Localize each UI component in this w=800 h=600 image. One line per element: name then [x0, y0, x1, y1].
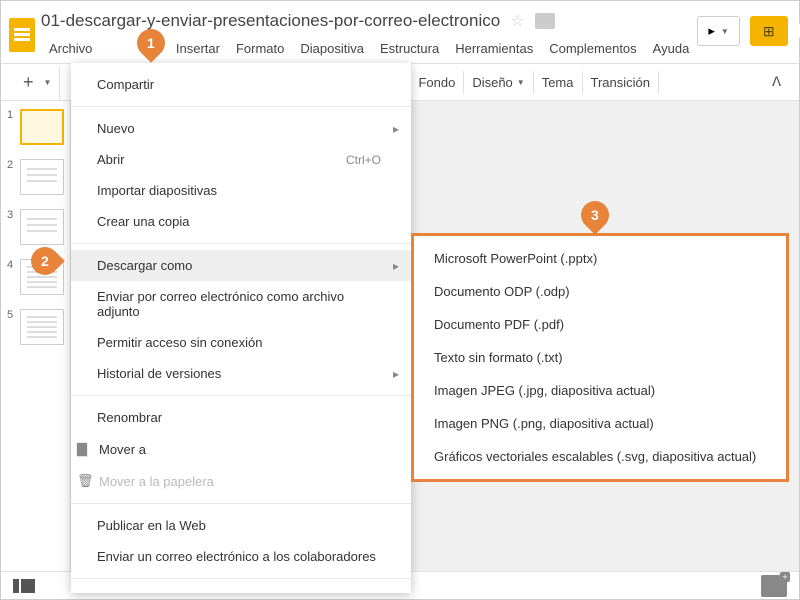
menu-item-descargar[interactable]: Descargar como [71, 250, 411, 281]
thumb-number: 3 [7, 209, 16, 245]
pin-label: 3 [591, 207, 599, 223]
menu-herramientas[interactable]: Herramientas [447, 37, 541, 60]
trash-icon: 🗑 [77, 473, 93, 489]
menu-complementos[interactable]: Complementos [541, 37, 644, 60]
thumb-number: 5 [7, 309, 16, 345]
menu-item-renombrar[interactable]: Renombrar [71, 402, 411, 433]
menu-item-sin-conexion[interactable]: Permitir acceso sin conexión [71, 327, 411, 358]
menu-formato[interactable]: Formato [228, 37, 292, 60]
menu-item-label: Mover a la papelera [99, 474, 214, 489]
present-button[interactable]: ▸ ▼ [697, 16, 739, 46]
menu-separator [71, 578, 411, 579]
menu-separator [71, 503, 411, 504]
file-menu-dropdown: Compartir Nuevo Abrir Ctrl+O Importar dia… [71, 63, 411, 593]
menu-item-publicar[interactable]: Publicar en la Web [71, 510, 411, 541]
menu-item-detalles[interactable]: Detalles del documento [71, 585, 411, 593]
pin-label: 2 [41, 253, 49, 269]
thumb-number: 1 [7, 109, 16, 145]
menu-separator [71, 395, 411, 396]
submenu-png[interactable]: Imagen PNG (.png, diapositiva actual) [414, 407, 786, 440]
menu-separator [71, 106, 411, 107]
slide-thumbnails: 1 2 3 4 5 [1, 101, 71, 571]
star-icon[interactable]: ☆ [510, 11, 524, 31]
new-slide-button[interactable]: +▼ [9, 66, 60, 99]
menu-item-papelera[interactable]: 🗑 Mover a la papelera [71, 465, 411, 497]
share-button[interactable]: ⊞ [750, 16, 788, 46]
thumb-number: 4 [7, 259, 16, 295]
menu-item-nuevo[interactable]: Nuevo [71, 113, 411, 144]
download-as-submenu: Microsoft PowerPoint (.pptx) Documento O… [411, 233, 789, 482]
doc-title[interactable]: 01-descargar-y-enviar-presentaciones-por… [41, 11, 500, 31]
folder-icon[interactable] [535, 13, 555, 29]
toolbar-diseno[interactable]: Diseño ▼ [464, 71, 533, 94]
menu-item-importar[interactable]: Importar diapositivas [71, 175, 411, 206]
toolbar-transicion[interactable]: Transición [583, 71, 659, 94]
submenu-svg[interactable]: Gráficos vectoriales escalables (.svg, d… [414, 440, 786, 473]
submenu-txt[interactable]: Texto sin formato (.txt) [414, 341, 786, 374]
slide-thumb-1[interactable] [20, 109, 64, 145]
submenu-pptx[interactable]: Microsoft PowerPoint (.pptx) [414, 242, 786, 275]
toolbar-tema[interactable]: Tema [534, 71, 583, 94]
menu-diapositiva[interactable]: Diapositiva [292, 37, 372, 60]
submenu-jpg[interactable]: Imagen JPEG (.jpg, diapositiva actual) [414, 374, 786, 407]
menu-item-label: Mover a [99, 442, 146, 457]
menu-shortcut: Ctrl+O [346, 153, 381, 167]
explore-button[interactable] [761, 575, 787, 597]
slide-thumb-5[interactable] [20, 309, 64, 345]
slides-logo[interactable] [9, 15, 35, 55]
present-icon: ▸ [708, 23, 715, 39]
present-caret: ▼ [721, 27, 729, 36]
folder-icon: ▇ [77, 441, 93, 457]
menu-item-mover[interactable]: ▇ Mover a [71, 433, 411, 465]
slide-thumb-3[interactable] [20, 209, 64, 245]
menu-ayuda[interactable]: Ayuda [645, 37, 698, 60]
menu-item-enviar-colab[interactable]: Enviar un correo electrónico a los colab… [71, 541, 411, 572]
toolbar-diseno-label: Diseño [472, 75, 512, 90]
menu-item-enviar-adjunto[interactable]: Enviar por correo electrónico como archi… [71, 281, 411, 327]
slide-thumb-2[interactable] [20, 159, 64, 195]
share-icon: ⊞ [763, 23, 775, 40]
menu-item-historial[interactable]: Historial de versiones [71, 358, 411, 389]
menu-item-copia[interactable]: Crear una copia [71, 206, 411, 237]
toolbar-collapse[interactable]: ᐱ [762, 70, 791, 94]
submenu-pdf[interactable]: Documento PDF (.pdf) [414, 308, 786, 341]
menu-item-abrir[interactable]: Abrir Ctrl+O [71, 144, 411, 175]
menu-archivo[interactable]: Archivo [41, 37, 100, 60]
filmstrip-toggle[interactable] [13, 579, 37, 593]
menu-item-compartir[interactable]: Compartir [71, 69, 411, 100]
pin-label: 1 [147, 35, 155, 51]
menu-estructura[interactable]: Estructura [372, 37, 447, 60]
menu-insertar[interactable]: Insertar [168, 37, 228, 60]
toolbar-fondo[interactable]: Fondo [410, 71, 464, 94]
menu-separator [71, 243, 411, 244]
submenu-odp[interactable]: Documento ODP (.odp) [414, 275, 786, 308]
thumb-number: 2 [7, 159, 16, 195]
menu-item-label: Abrir [97, 152, 124, 167]
chevron-down-icon: ▼ [517, 78, 525, 87]
